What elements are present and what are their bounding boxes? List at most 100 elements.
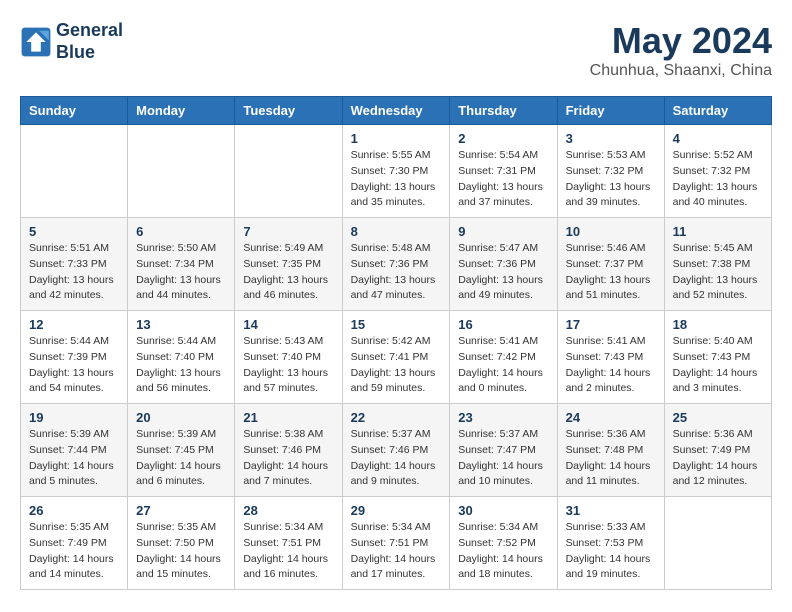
title-block: May 2024 Chunhua, Shaanxi, China [590, 20, 772, 80]
day-info: Sunrise: 5:42 AMSunset: 7:41 PMDaylight:… [351, 334, 442, 397]
day-info: Sunrise: 5:37 AMSunset: 7:46 PMDaylight:… [351, 427, 442, 490]
day-info: Sunrise: 5:51 AMSunset: 7:33 PMDaylight:… [29, 241, 119, 304]
day-info: Sunrise: 5:41 AMSunset: 7:42 PMDaylight:… [458, 334, 548, 397]
day-info: Sunrise: 5:54 AMSunset: 7:31 PMDaylight:… [458, 148, 548, 211]
day-number: 5 [29, 224, 119, 239]
calendar-week-row: 12Sunrise: 5:44 AMSunset: 7:39 PMDayligh… [21, 311, 772, 404]
day-number: 19 [29, 410, 119, 425]
day-info: Sunrise: 5:35 AMSunset: 7:50 PMDaylight:… [136, 520, 226, 583]
day-number: 14 [243, 317, 333, 332]
day-number: 27 [136, 503, 226, 518]
calendar-week-row: 19Sunrise: 5:39 AMSunset: 7:44 PMDayligh… [21, 404, 772, 497]
day-info: Sunrise: 5:38 AMSunset: 7:46 PMDaylight:… [243, 427, 333, 490]
calendar-cell: 5 Sunrise: 5:51 AMSunset: 7:33 PMDaylight… [21, 218, 128, 311]
day-number: 24 [566, 410, 656, 425]
calendar-cell: 16 Sunrise: 5:41 AMSunset: 7:42 PMDayligh… [450, 311, 557, 404]
day-number: 10 [566, 224, 656, 239]
weekday-header: Tuesday [235, 97, 342, 125]
day-info: Sunrise: 5:36 AMSunset: 7:49 PMDaylight:… [673, 427, 763, 490]
calendar-week-row: 26 Sunrise: 5:35 AMSunset: 7:49 PMDayligh… [21, 497, 772, 590]
day-info: Sunrise: 5:35 AMSunset: 7:49 PMDaylight:… [29, 520, 119, 583]
calendar-cell: 14 Sunrise: 5:43 AMSunset: 7:40 PMDayligh… [235, 311, 342, 404]
day-info: Sunrise: 5:45 AMSunset: 7:38 PMDaylight:… [673, 241, 763, 304]
day-number: 20 [136, 410, 226, 425]
calendar-cell: 11Sunrise: 5:45 AMSunset: 7:38 PMDayligh… [664, 218, 771, 311]
day-number: 4 [673, 131, 763, 146]
calendar-cell: 10 Sunrise: 5:46 AMSunset: 7:37 PMDayligh… [557, 218, 664, 311]
day-number: 23 [458, 410, 548, 425]
calendar-cell: 12Sunrise: 5:44 AMSunset: 7:39 PMDayligh… [21, 311, 128, 404]
day-info: Sunrise: 5:33 AMSunset: 7:53 PMDaylight:… [566, 520, 656, 583]
calendar-cell: 20 Sunrise: 5:39 AMSunset: 7:45 PMDayligh… [128, 404, 235, 497]
day-number: 6 [136, 224, 226, 239]
calendar-cell: 1Sunrise: 5:55 AMSunset: 7:30 PMDaylight… [342, 125, 450, 218]
day-number: 21 [243, 410, 333, 425]
calendar-cell: 3 Sunrise: 5:53 AMSunset: 7:32 PMDaylight… [557, 125, 664, 218]
day-number: 28 [243, 503, 333, 518]
day-number: 7 [243, 224, 333, 239]
calendar-cell: 21 Sunrise: 5:38 AMSunset: 7:46 PMDayligh… [235, 404, 342, 497]
calendar-week-row: 1Sunrise: 5:55 AMSunset: 7:30 PMDaylight… [21, 125, 772, 218]
calendar-cell [664, 497, 771, 590]
day-info: Sunrise: 5:34 AMSunset: 7:51 PMDaylight:… [351, 520, 442, 583]
day-info: Sunrise: 5:50 AMSunset: 7:34 PMDaylight:… [136, 241, 226, 304]
day-info: Sunrise: 5:52 AMSunset: 7:32 PMDaylight:… [673, 148, 763, 211]
calendar-cell [235, 125, 342, 218]
day-number: 16 [458, 317, 548, 332]
calendar-cell: 26 Sunrise: 5:35 AMSunset: 7:49 PMDayligh… [21, 497, 128, 590]
calendar-cell: 13 Sunrise: 5:44 AMSunset: 7:40 PMDayligh… [128, 311, 235, 404]
calendar-cell: 24Sunrise: 5:36 AMSunset: 7:48 PMDayligh… [557, 404, 664, 497]
calendar-cell: 9Sunrise: 5:47 AMSunset: 7:36 PMDaylight… [450, 218, 557, 311]
calendar-header-row: SundayMondayTuesdayWednesdayThursdayFrid… [21, 97, 772, 125]
day-number: 30 [458, 503, 548, 518]
weekday-header: Friday [557, 97, 664, 125]
logo-icon [20, 26, 52, 58]
weekday-header: Saturday [664, 97, 771, 125]
day-number: 31 [566, 503, 656, 518]
calendar-cell: 15Sunrise: 5:42 AMSunset: 7:41 PMDayligh… [342, 311, 450, 404]
day-info: Sunrise: 5:43 AMSunset: 7:40 PMDaylight:… [243, 334, 333, 397]
page-header: General Blue May 2024 Chunhua, Shaanxi, … [20, 20, 772, 80]
calendar-cell: 17Sunrise: 5:41 AMSunset: 7:43 PMDayligh… [557, 311, 664, 404]
day-info: Sunrise: 5:44 AMSunset: 7:40 PMDaylight:… [136, 334, 226, 397]
day-number: 3 [566, 131, 656, 146]
day-info: Sunrise: 5:40 AMSunset: 7:43 PMDaylight:… [673, 334, 763, 397]
day-number: 1 [351, 131, 442, 146]
day-info: Sunrise: 5:53 AMSunset: 7:32 PMDaylight:… [566, 148, 656, 211]
calendar-week-row: 5 Sunrise: 5:51 AMSunset: 7:33 PMDaylight… [21, 218, 772, 311]
calendar-table: SundayMondayTuesdayWednesdayThursdayFrid… [20, 96, 772, 590]
calendar-cell: 8 Sunrise: 5:48 AMSunset: 7:36 PMDaylight… [342, 218, 450, 311]
day-number: 17 [566, 317, 656, 332]
day-number: 8 [351, 224, 442, 239]
calendar-cell: 2Sunrise: 5:54 AMSunset: 7:31 PMDaylight… [450, 125, 557, 218]
day-info: Sunrise: 5:46 AMSunset: 7:37 PMDaylight:… [566, 241, 656, 304]
calendar-cell: 28Sunrise: 5:34 AMSunset: 7:51 PMDayligh… [235, 497, 342, 590]
day-number: 26 [29, 503, 119, 518]
calendar-cell: 25 Sunrise: 5:36 AMSunset: 7:49 PMDayligh… [664, 404, 771, 497]
calendar-cell: 19Sunrise: 5:39 AMSunset: 7:44 PMDayligh… [21, 404, 128, 497]
calendar-cell: 22 Sunrise: 5:37 AMSunset: 7:46 PMDayligh… [342, 404, 450, 497]
day-number: 25 [673, 410, 763, 425]
day-info: Sunrise: 5:44 AMSunset: 7:39 PMDaylight:… [29, 334, 119, 397]
day-number: 9 [458, 224, 548, 239]
day-number: 29 [351, 503, 442, 518]
calendar-cell: 30Sunrise: 5:34 AMSunset: 7:52 PMDayligh… [450, 497, 557, 590]
calendar-cell: 7Sunrise: 5:49 AMSunset: 7:35 PMDaylight… [235, 218, 342, 311]
calendar-cell: 6 Sunrise: 5:50 AMSunset: 7:34 PMDaylight… [128, 218, 235, 311]
logo: General Blue [20, 20, 123, 63]
day-info: Sunrise: 5:37 AMSunset: 7:47 PMDaylight:… [458, 427, 548, 490]
day-info: Sunrise: 5:39 AMSunset: 7:45 PMDaylight:… [136, 427, 226, 490]
calendar-cell [128, 125, 235, 218]
calendar-cell: 18 Sunrise: 5:40 AMSunset: 7:43 PMDayligh… [664, 311, 771, 404]
calendar-cell [21, 125, 128, 218]
day-number: 22 [351, 410, 442, 425]
day-number: 13 [136, 317, 226, 332]
weekday-header: Sunday [21, 97, 128, 125]
logo-text: General Blue [56, 20, 123, 63]
calendar-cell: 23 Sunrise: 5:37 AMSunset: 7:47 PMDayligh… [450, 404, 557, 497]
weekday-header: Monday [128, 97, 235, 125]
day-info: Sunrise: 5:48 AMSunset: 7:36 PMDaylight:… [351, 241, 442, 304]
calendar-cell: 31 Sunrise: 5:33 AMSunset: 7:53 PMDayligh… [557, 497, 664, 590]
day-number: 18 [673, 317, 763, 332]
calendar-cell: 4 Sunrise: 5:52 AMSunset: 7:32 PMDaylight… [664, 125, 771, 218]
